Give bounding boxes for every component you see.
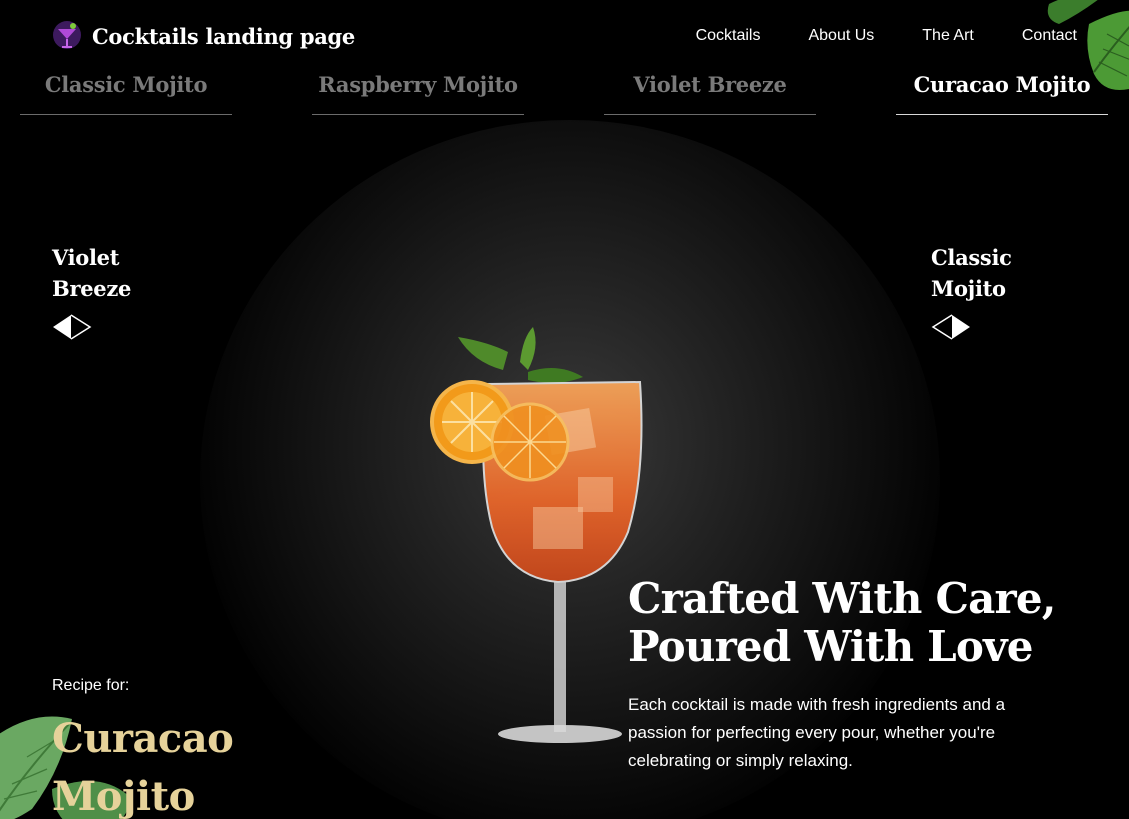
next-cocktail-label-line1: Classic <box>931 245 1012 270</box>
tab-violet-breeze[interactable]: Violet Breeze <box>604 66 816 115</box>
previous-cocktail-label-line2: Breeze <box>52 276 132 301</box>
nav-about-us-link[interactable]: About Us <box>808 27 874 45</box>
hero-heading-line1: Crafted With Care, <box>628 574 1056 623</box>
cocktail-logo-icon <box>53 21 81 49</box>
recipe-name-line1: Curacao <box>52 715 234 762</box>
tab-classic-mojito[interactable]: Classic Mojito <box>20 66 232 115</box>
arrow-right-icon <box>931 314 970 340</box>
nav-cocktails-link[interactable]: Cocktails <box>696 27 761 45</box>
nav-contact-link[interactable]: Contact <box>1022 27 1077 45</box>
next-cocktail-button[interactable]: Classic Mojito <box>931 242 1012 344</box>
tab-curacao-mojito[interactable]: Curacao Mojito <box>896 66 1108 115</box>
recipe-name-line2: Mojito <box>52 773 195 819</box>
hero-heading: Crafted With Care, Poured With Love <box>628 575 1056 671</box>
recipe-label: Recipe for: <box>52 677 130 694</box>
previous-cocktail-button[interactable]: Violet Breeze <box>52 242 131 344</box>
arrow-left-icon <box>53 314 92 340</box>
nav-the-art-link[interactable]: The Art <box>922 27 974 45</box>
tab-raspberry-mojito[interactable]: Raspberry Mojito <box>312 66 524 115</box>
hero-heading-line2: Poured With Love <box>628 622 1033 671</box>
main-nav: Cocktails About Us The Art Contact <box>696 27 1077 45</box>
top-navigation-bar: Cocktails landing page Cocktails About U… <box>0 0 1129 70</box>
cocktail-image <box>430 327 643 743</box>
hero-description: Each cocktail is made with fresh ingredi… <box>628 695 1006 770</box>
next-cocktail-label-line2: Mojito <box>931 276 1006 301</box>
brand-name: Cocktails landing page <box>92 23 355 49</box>
brand[interactable]: Cocktails landing page <box>52 20 355 52</box>
previous-cocktail-label-line1: Violet <box>52 245 120 270</box>
recipe-name: Curacao Mojito <box>52 710 312 819</box>
cocktail-tabs: Classic Mojito Raspberry Mojito Violet B… <box>20 66 1108 115</box>
